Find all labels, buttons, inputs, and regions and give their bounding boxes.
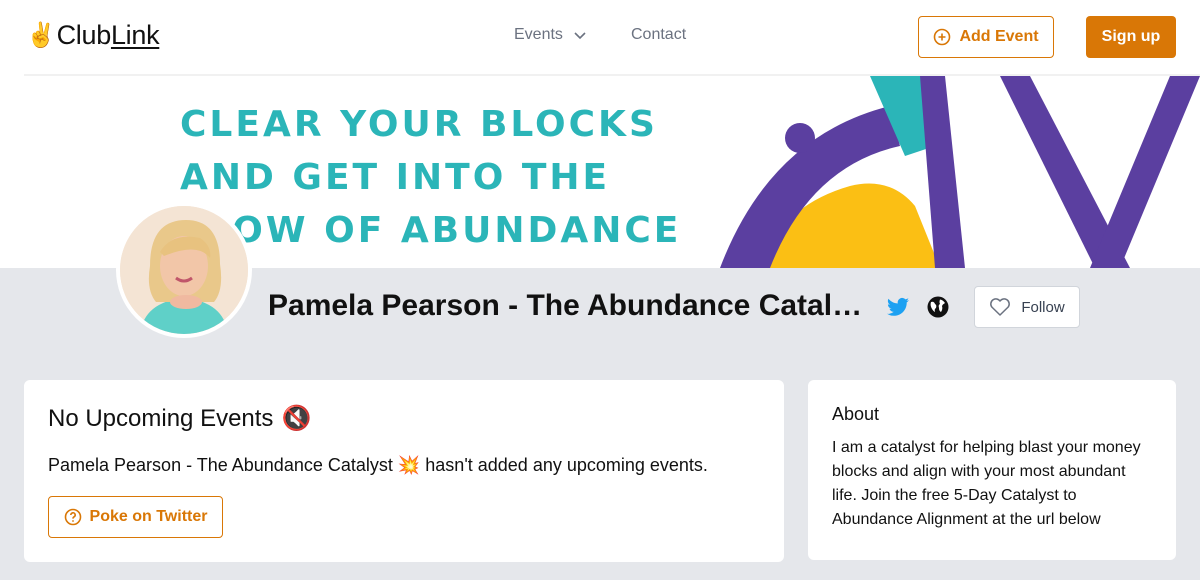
plus-circle-icon [934,28,951,46]
poke-on-twitter-button[interactable]: Poke on Twitter [48,496,223,538]
banner-artwork [720,76,1200,268]
events-title-text: No Upcoming Events [48,404,274,432]
follow-label: Follow [1021,298,1065,316]
upcoming-events-card: No Upcoming Events 🔇 Pamela Pearson - Th… [24,380,784,562]
question-circle-icon [64,508,81,526]
events-title: No Upcoming Events 🔇 [48,404,311,433]
nav-contact-label: Contact [631,26,687,43]
banner-line-1: CLEAR YOUR BLOCKS [180,104,658,145]
signup-button[interactable]: Sign up [1086,16,1176,58]
about-title: About [832,404,880,424]
banner-text: CLEAR YOUR BLOCKS AND GET INTO THE FLOW … [180,98,681,257]
about-card: About I am a catalyst for helping blast … [808,380,1176,560]
signup-label: Sign up [1101,28,1161,45]
about-text: I am a catalyst for helping blast your m… [832,439,1141,528]
twitter-icon[interactable] [886,295,910,319]
profile-avatar [116,202,252,338]
heart-icon [990,298,1011,316]
profile-name: Pamela Pearson - The Abundance Catalyst … [268,289,868,322]
nav-events-dropdown[interactable]: Events [514,26,587,44]
site-header: ✌️ Club Link Events Contact Add Event Sig… [0,0,1200,76]
logo-text-link: Link [110,20,160,50]
globe-icon[interactable] [926,295,950,319]
poke-label: Poke on Twitter [89,508,208,525]
avatar-portrait-image [120,206,248,334]
banner-line-3: FLOW OF ABUNDANCE [180,210,682,251]
chevron-down-icon [574,32,586,40]
nav-events-label: Events [514,26,563,43]
muted-speaker-icon: 🔇 [281,405,312,432]
victory-hand-icon: ✌️ [26,22,56,49]
add-event-label: Add Event [959,28,1039,45]
logo-text-club: Club [56,20,112,50]
clublink-logo[interactable]: ✌️ Club Link [26,20,160,51]
follow-button[interactable]: Follow [974,286,1080,328]
add-event-button[interactable]: Add Event [918,16,1054,58]
banner-line-2: AND GET INTO THE [180,157,611,198]
nav-contact-link[interactable]: Contact [631,26,686,44]
events-description: Pamela Pearson - The Abundance Catalyst … [48,455,708,475]
